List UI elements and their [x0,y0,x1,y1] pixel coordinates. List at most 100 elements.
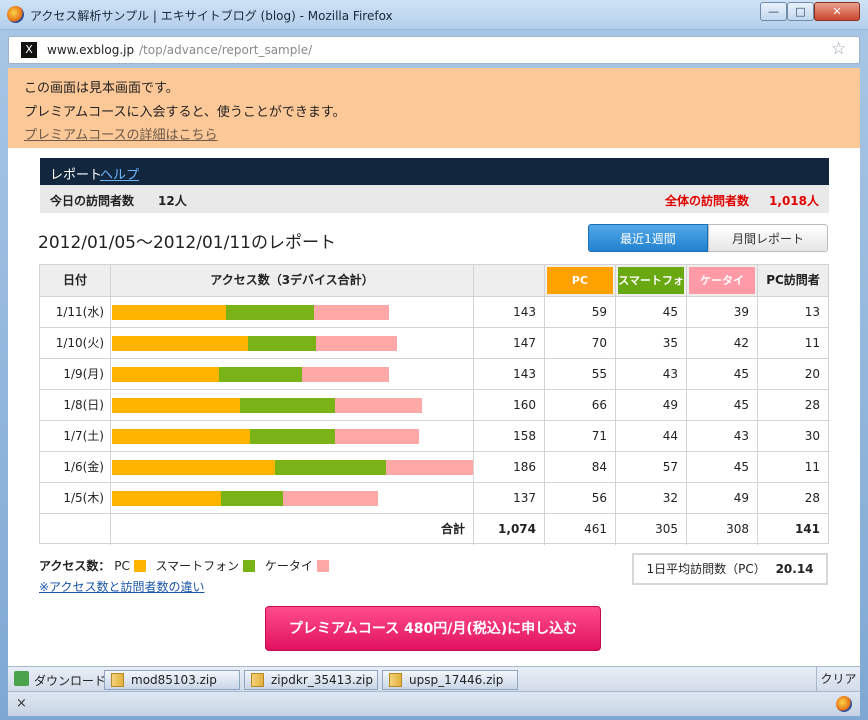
window-title: アクセス解析サンプル | エキサイトブログ (blog) - Mozilla F… [30,9,393,23]
header-smartphone-cell: スマートフォン [616,265,687,314]
bookmark-star-icon[interactable]: ☆ [831,39,846,59]
row-total: 137 [474,483,545,514]
row-sp: 49 [616,390,687,421]
totals-sp: 305 [616,514,687,545]
row-kt: 45 [687,359,758,390]
row-total: 186 [474,452,545,483]
row-kt: 45 [687,452,758,483]
status-bar: × [8,691,860,716]
legend-smartphone-label: スマートフォン [155,559,240,573]
row-date: 1/8(日) [40,390,111,421]
legend-keitai-swatch [316,560,329,572]
bar-keitai-segment [385,460,473,475]
bar-smartphone-segment [226,305,314,320]
header-date: 日付 [40,265,111,297]
tab-monthly-report[interactable]: 月間レポート [708,224,828,252]
row-kt: 43 [687,421,758,452]
downloads-bar: ダウンロード mod85103.zip zipdkr_35413.zip ups… [8,666,860,691]
period-title: 2012/01/05～2012/01/11のレポート [38,233,336,253]
header-access: アクセス数（3デバイス合計） [111,265,474,297]
clear-downloads-button[interactable]: クリア [816,667,860,691]
row-sp: 57 [616,452,687,483]
sample-notice-banner: この画面は見本画面です。 プレミアムコースに入会すると、使うことができます。 プ… [8,68,860,148]
download-item[interactable]: upsp_17446.zip [382,670,518,690]
totals-spacer [40,514,111,545]
legend-title: アクセス数： [39,559,111,573]
row-total: 158 [474,421,545,452]
bar-smartphone-segment [220,491,283,506]
bar-keitai-segment [315,336,398,351]
row-total: 147 [474,328,545,359]
row-kt: 39 [687,297,758,328]
download-item[interactable]: mod85103.zip [104,670,240,690]
bar-smartphone-segment [218,367,303,382]
row-visitors: 28 [758,390,828,421]
legend-smartphone-swatch [243,560,255,572]
row-sp: 43 [616,359,687,390]
chart-legend: アクセス数： PC スマートフォン ケータイ [39,557,335,574]
row-kt: 45 [687,390,758,421]
row-total: 143 [474,297,545,328]
maximize-button[interactable]: □ [787,2,814,21]
bar-keitai-segment [313,305,390,320]
bar-pc-segment [112,398,241,413]
minimize-button[interactable]: — [760,2,787,21]
row-visitors: 20 [758,359,828,390]
bar-pc-segment [112,336,248,351]
today-visitors-label: 今日の訪問者数 [50,194,135,208]
totals-pc: 461 [545,514,616,545]
bar-pc-segment [112,305,227,320]
row-pc: 55 [545,359,616,390]
row-kt: 42 [687,328,758,359]
premium-details-link[interactable]: プレミアムコースの詳細はこちら [24,124,217,143]
header-keitai-cell: ケータイ [687,265,758,297]
row-pc: 70 [545,328,616,359]
row-pc: 59 [545,297,616,328]
row-date: 1/7(土) [40,421,111,452]
total-visitors-value: 1,018人 [769,194,819,208]
today-visitors-value: 12人 [158,194,187,208]
row-pc: 71 [545,421,616,452]
download-item[interactable]: zipdkr_35413.zip [244,670,378,690]
close-window-button[interactable]: ✕ [814,2,860,21]
bar-smartphone-segment [249,429,336,444]
notice-text-line2: プレミアムコースに入会すると、使うことができます。 [24,105,346,120]
zip-file-icon [389,673,402,687]
download-filename: mod85103.zip [131,673,217,687]
access-vs-visitors-link[interactable]: ※アクセス数と訪問者数の違い [39,578,204,595]
totals-visitors: 141 [794,522,820,536]
row-visitors: 30 [758,421,828,452]
bar-smartphone-segment [274,460,386,475]
url-bar[interactable]: X www.exblog.jp /top/advance/report_samp… [8,36,860,64]
bar-smartphone-segment [240,398,336,413]
close-downloads-icon[interactable]: × [16,696,27,711]
url-domain: www.exblog.jp [47,43,135,57]
tab-recent-week[interactable]: 最近1週間 [588,224,708,252]
row-date: 1/6(金) [40,452,111,483]
total-visitors-label: 全体の訪問者数 [664,194,749,208]
row-date: 1/5(木) [40,483,111,514]
downloads-label: ダウンロード [34,674,107,688]
daily-average-value: 20.14 [775,562,814,576]
row-sp: 44 [616,421,687,452]
bar-smartphone-segment [247,336,316,351]
row-kt: 49 [687,483,758,514]
bar-keitai-segment [282,491,378,506]
row-pc: 66 [545,390,616,421]
report-label: レポート [50,168,103,183]
daily-average-box: 1日平均訪問数（PC） 20.14 [632,553,828,585]
title-bar: アクセス解析サンプル | エキサイトブログ (blog) - Mozilla F… [0,0,868,30]
bar-keitai-segment [335,429,419,444]
row-sp: 45 [616,297,687,328]
download-filename: upsp_17446.zip [409,673,504,687]
premium-signup-button[interactable]: プレミアムコース 480円/月(税込)に申し込む [265,606,601,651]
help-link[interactable]: ヘルプ [100,164,139,183]
header-pc-visitors: PC訪問者 [758,265,828,297]
bar-pc-segment [112,460,275,475]
legend-pc-label: PC [114,559,130,573]
row-pc: 84 [545,452,616,483]
bar-pc-segment [112,491,221,506]
row-sp: 35 [616,328,687,359]
bar-pc-segment [112,367,219,382]
zip-file-icon [251,673,264,687]
